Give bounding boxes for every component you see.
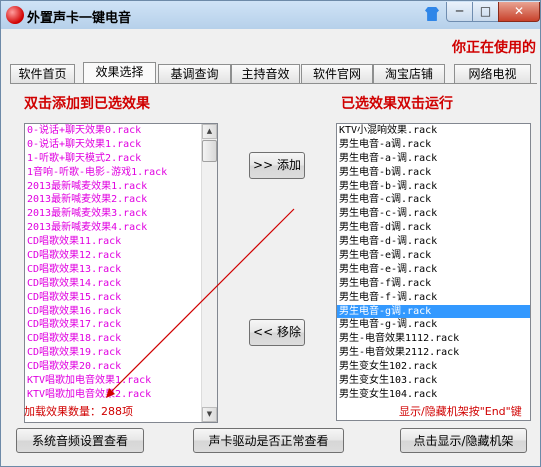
effect-count-label: 加载效果数量：288项 — [24, 405, 133, 418]
rack-hotkey-hint: 显示/隐藏机架按"End"键 — [399, 405, 522, 418]
selected-effect-item[interactable]: 男生电音-d-调.rack — [337, 235, 530, 249]
selected-effect-item[interactable]: 男生电音-e调.rack — [337, 249, 530, 263]
selected-effect-item[interactable]: 男生电音-a-调.rack — [337, 152, 530, 166]
tab-effects[interactable]: 效果选择 — [83, 62, 156, 84]
maximize-button[interactable]: □ — [472, 2, 499, 22]
tab-website[interactable]: 软件官网 — [301, 64, 373, 83]
selected-effect-item[interactable]: 男生电音-g调.rack — [337, 304, 530, 319]
available-effect-item[interactable]: 2013最新喊麦效果3.rack — [25, 207, 217, 221]
available-effects-list[interactable]: 0-说话+聊天效果0.rack 0-说话+聊天效果1.rack 1-听歌+聊天模式2… — [24, 123, 218, 423]
tab-web-tv[interactable]: 网络电视 — [454, 64, 531, 83]
main-window: 外置声卡一键电音 ─ □ ✕ 你正在使用的 软件首页 效果选择 基调查询 主持音… — [0, 0, 541, 467]
available-effect-item[interactable]: CD唱歌效果11.rack — [25, 235, 217, 249]
close-button[interactable]: ✕ — [498, 2, 540, 22]
marquee-text: 你正在使用的 — [452, 40, 536, 56]
selected-effect-item[interactable]: 男生电音-f-调.rack — [337, 291, 530, 305]
tab-divider — [10, 83, 537, 84]
window-title: 外置声卡一键电音 — [27, 11, 132, 26]
driver-check-button[interactable]: 声卡驱动是否正常查看 — [193, 428, 344, 453]
available-effect-item[interactable]: 0-说话+聊天效果0.rack — [25, 124, 217, 138]
selected-effect-item[interactable]: 男生-电音效果1112.rack — [337, 332, 530, 346]
available-effect-item[interactable]: KTV唱歌加电音效果1.rack — [25, 374, 217, 388]
available-effect-item[interactable]: CD唱歌效果18.rack — [25, 332, 217, 346]
client-area: 你正在使用的 软件首页 效果选择 基调查询 主持音效 软件官网 淘宝店铺 网络电… — [2, 29, 539, 465]
selected-effect-item[interactable]: 男生-电音效果2112.rack — [337, 346, 530, 360]
right-heading: 已选效果双击运行 — [341, 96, 453, 112]
available-effect-item[interactable]: CD唱歌效果17.rack — [25, 318, 217, 332]
selected-effect-item[interactable]: 男生电音-c-调.rack — [337, 207, 530, 221]
selected-effect-item[interactable]: 男生电音-b-调.rack — [337, 180, 530, 194]
tab-key-lookup[interactable]: 基调查询 — [158, 64, 231, 83]
available-effect-item[interactable]: CD唱歌效果12.rack — [25, 249, 217, 263]
selected-effect-item[interactable]: 男生变女生103.rack — [337, 374, 530, 388]
app-logo-icon — [6, 6, 24, 24]
available-effect-item[interactable]: KTV唱歌加电音效果2.rack — [25, 388, 217, 402]
available-effect-item[interactable]: 2013最新喊麦效果1.rack — [25, 180, 217, 194]
tab-host-sfx[interactable]: 主持音效 — [231, 64, 300, 83]
title-bar[interactable]: 外置声卡一键电音 ─ □ ✕ — [1, 1, 540, 29]
available-effect-item[interactable]: 1音响-听歌-电影-游戏1.rack — [25, 166, 217, 180]
available-effect-item[interactable]: CD唱歌效果13.rack — [25, 263, 217, 277]
available-effect-item[interactable]: 2013最新喊麦效果2.rack — [25, 193, 217, 207]
selected-effects-rows: KTV小混响效果.rack 男生电音-a调.rack 男生电音-a-调.rack 男生… — [337, 124, 530, 402]
available-effect-item[interactable]: CD唱歌效果19.rack — [25, 346, 217, 360]
available-effect-item[interactable]: CD唱歌效果16.rack — [25, 305, 217, 319]
scroll-up-arrow-icon[interactable]: ▲ — [202, 124, 217, 139]
available-effect-item[interactable]: 0-说话+聊天效果1.rack — [25, 138, 217, 152]
available-effect-item[interactable]: 2013最新喊麦效果4.rack — [25, 221, 217, 235]
toggle-rack-button[interactable]: 点击显示/隐藏机架 — [400, 428, 527, 453]
remove-button[interactable]: << 移除 — [249, 319, 305, 346]
selected-effects-list[interactable]: KTV小混响效果.rack 男生电音-a调.rack 男生电音-a-调.rack 男生… — [336, 123, 531, 421]
tab-home[interactable]: 软件首页 — [10, 64, 75, 83]
available-effects-scrollbar[interactable]: ▲ ▼ — [201, 124, 217, 422]
selected-effect-item[interactable]: 男生电音-d调.rack — [337, 221, 530, 235]
available-effects-rows: 0-说话+聊天效果0.rack 0-说话+聊天效果1.rack 1-听歌+聊天模式2… — [25, 124, 217, 402]
scroll-down-arrow-icon[interactable]: ▼ — [202, 407, 217, 422]
selected-effect-item[interactable]: 男生电音-e-调.rack — [337, 263, 530, 277]
selected-effect-item[interactable]: 男生电音-a调.rack — [337, 138, 530, 152]
selected-effect-item[interactable]: KTV小混响效果.rack — [337, 124, 530, 138]
selected-effect-item[interactable]: 男生电音-c调.rack — [337, 193, 530, 207]
left-heading: 双击添加到已选效果 — [24, 96, 150, 112]
selected-effect-item[interactable]: 男生变女生104.rack — [337, 388, 530, 402]
selected-effect-item[interactable]: 男生变女生102.rack — [337, 360, 530, 374]
tab-taobao-store[interactable]: 淘宝店铺 — [373, 64, 445, 83]
selected-effect-item[interactable]: 男生电音-b调.rack — [337, 166, 530, 180]
available-effect-item[interactable]: CD唱歌效果15.rack — [25, 291, 217, 305]
tab-bar: 软件首页 效果选择 基调查询 主持音效 软件官网 淘宝店铺 网络电视 — [2, 62, 539, 84]
selected-effect-item[interactable]: 男生电音-g-调.rack — [337, 318, 530, 332]
skin-icon[interactable] — [425, 7, 439, 21]
scroll-thumb[interactable] — [202, 140, 217, 162]
minimize-button[interactable]: ─ — [446, 2, 473, 22]
audio-settings-button[interactable]: 系统音频设置查看 — [16, 428, 144, 453]
available-effect-item[interactable]: 1-听歌+聊天模式2.rack — [25, 152, 217, 166]
available-effect-item[interactable]: CD唱歌效果14.rack — [25, 277, 217, 291]
add-button[interactable]: >> 添加 — [249, 152, 305, 179]
selected-effect-item[interactable]: 男生电音-f调.rack — [337, 277, 530, 291]
available-effect-item[interactable]: CD唱歌效果20.rack — [25, 360, 217, 374]
